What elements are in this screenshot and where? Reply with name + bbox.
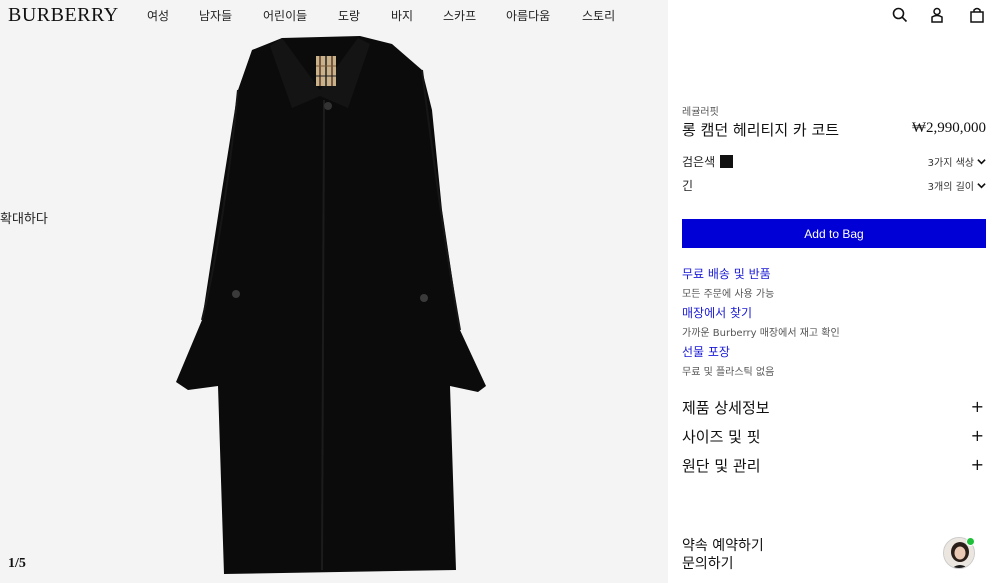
brand-logo[interactable]: BURBERRY	[8, 4, 119, 27]
length-label: 긴	[682, 179, 694, 193]
plus-icon: +	[970, 426, 984, 445]
gift-wrap-link[interactable]: 선물 포장	[682, 343, 774, 360]
nav-item-bags[interactable]: 도랑	[338, 7, 391, 24]
color-options-dropdown[interactable]: 3가지 색상	[928, 154, 986, 169]
length-options-label: 3개의 길이	[927, 182, 974, 193]
free-shipping-sub: 모든 주문에 사용 가능	[682, 289, 775, 300]
nav-item-scarves[interactable]: 스카프	[443, 7, 506, 24]
color-options-label: 3가지 색상	[927, 158, 974, 169]
find-in-store-sub: 가까운 Burberry 매장에서 재고 확인	[682, 328, 840, 339]
nav-item-stories[interactable]: 스토리	[582, 7, 615, 24]
nav-item-pants[interactable]: 바지	[391, 7, 443, 24]
nav-item-men[interactable]: 남자들	[199, 7, 263, 24]
product-image[interactable]	[160, 30, 500, 578]
product-gallery: BURBERRY 여성 남자들 어린이들 도랑 바지 스카프 아름다움 스토리 …	[0, 0, 668, 583]
color-swatch[interactable]	[720, 155, 734, 168]
nav-item-beauty[interactable]: 아름다움	[506, 7, 582, 24]
site-header: BURBERRY 여성 남자들 어린이들 도랑 바지 스카프 아름다움 스토리	[0, 0, 668, 30]
online-status-dot	[966, 537, 975, 546]
chevron-down-icon	[977, 183, 986, 189]
service-find-in-store: 매장에서 찾기 가까운 Burberry 매장에서 재고 확인	[682, 304, 840, 339]
accordion-fabric-care[interactable]: 원단 및 관리 +	[682, 455, 986, 477]
zoom-label[interactable]: 확대하다	[0, 208, 48, 227]
length-selector: 긴 3개의 길이	[682, 177, 986, 193]
appointment-line2: 문의하기	[682, 556, 734, 572]
chevron-down-icon	[977, 159, 986, 165]
plus-icon: +	[970, 397, 984, 416]
appointment-line1: 약속 예약하기	[682, 538, 764, 554]
length-options-dropdown[interactable]: 3개의 길이	[928, 178, 986, 193]
accordion-label: 제품 상세정보	[682, 399, 770, 417]
fit-badge: 레귤러핏	[682, 107, 719, 118]
service-gift-wrap: 선물 포장 무료 및 플라스틱 없음	[682, 343, 774, 378]
appointment-link[interactable]: 약속 예약하기 문의하기	[682, 537, 764, 573]
nav-item-kids[interactable]: 어린이들	[263, 7, 338, 24]
product-title: 롱 캠던 헤리티지 카 코트	[682, 121, 840, 139]
image-counter: 1/5	[8, 556, 26, 571]
plus-icon: +	[970, 455, 984, 474]
main-nav: 여성 남자들 어린이들 도랑 바지 스카프 아름다움 스토리	[147, 7, 615, 24]
gift-wrap-sub: 무료 및 플라스틱 없음	[682, 367, 775, 378]
color-selector: 검은색 3가지 색상	[682, 153, 986, 169]
service-free-shipping: 무료 배송 및 반품 모든 주문에 사용 가능	[682, 265, 774, 300]
color-label: 검은색	[682, 155, 716, 169]
product-details-panel: 레귤러핏 롱 캠던 헤리티지 카 코트 ₩2,990,000 검은색 3가지 색…	[682, 0, 986, 583]
product-price: ₩2,990,000	[911, 120, 986, 136]
nav-item-women[interactable]: 여성	[147, 7, 199, 24]
add-to-bag-button[interactable]: Add to Bag	[682, 219, 986, 248]
accordion-label: 사이즈 및 핏	[682, 428, 761, 446]
accordion-product-details[interactable]: 제품 상세정보 +	[682, 397, 986, 419]
find-in-store-link[interactable]: 매장에서 찾기	[682, 304, 840, 321]
accordion-label: 원단 및 관리	[682, 457, 761, 475]
free-shipping-link[interactable]: 무료 배송 및 반품	[682, 265, 774, 282]
accordion-size-fit[interactable]: 사이즈 및 핏 +	[682, 426, 986, 448]
